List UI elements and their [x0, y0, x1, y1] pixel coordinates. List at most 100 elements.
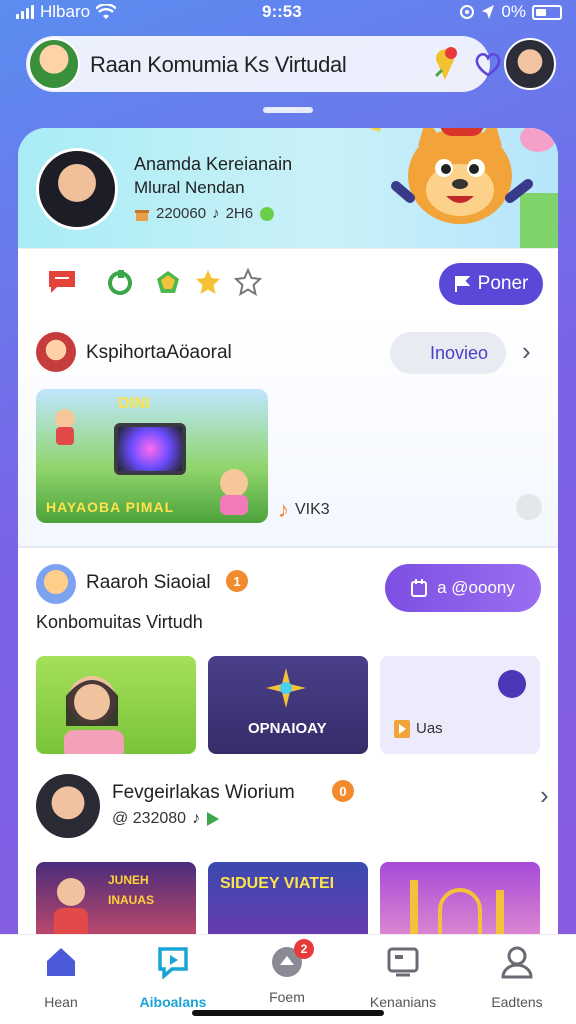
- music-note-icon: ♪: [212, 205, 220, 222]
- tv-icon: [387, 947, 419, 977]
- nav-item-messages[interactable]: 2 Foem: [232, 939, 342, 1005]
- nav-label-channels: Kenanians: [369, 994, 437, 1010]
- girl-photo: [64, 676, 124, 754]
- social-avatar[interactable]: [36, 564, 76, 604]
- battery-icon: [532, 4, 562, 20]
- chevron-right-icon[interactable]: ›: [522, 336, 531, 367]
- social-subtitle: Konbomuitas Virtudh: [36, 612, 203, 632]
- drag-handle[interactable]: [263, 107, 313, 113]
- refresh-icon[interactable]: [104, 267, 136, 297]
- tile-event[interactable]: OPNAIOAY: [208, 656, 368, 754]
- community-avatar[interactable]: [28, 38, 80, 90]
- nav-item-profile[interactable]: Eadtens: [462, 945, 572, 1010]
- star-outline-icon[interactable]: [232, 267, 264, 297]
- heart-icon[interactable]: [472, 48, 504, 80]
- hero-avatar[interactable]: [36, 148, 118, 230]
- play-icon: [394, 720, 410, 738]
- media-meta: ♪ VIK3: [278, 497, 330, 523]
- more-icon[interactable]: [498, 670, 526, 698]
- status-right: 0%: [459, 2, 562, 22]
- community-section: KspihortaAöaoral Inovieo › DINI HAYAOBA …: [18, 314, 558, 548]
- community-header[interactable]: Raan Komumia Ks Virtudal: [26, 36, 501, 92]
- media-title-bottom: HAYAOBA PIMAL: [46, 499, 175, 515]
- thumb-card[interactable]: SIDUEY VIATEI: [208, 862, 368, 938]
- user-avatar[interactable]: [36, 774, 100, 838]
- poner-button[interactable]: Poner: [439, 263, 543, 305]
- tile-event-label: OPNAIOAY: [248, 720, 327, 737]
- chat-icon[interactable]: [46, 267, 78, 297]
- home-icon: [47, 948, 75, 976]
- group-button[interactable]: a @ooony: [385, 564, 541, 612]
- tile-video[interactable]: Uas: [380, 656, 540, 754]
- social-title: Raaroh Siaoial: [86, 572, 211, 593]
- action-bar: Poner: [18, 248, 558, 314]
- music-note-icon: ♪: [192, 810, 201, 827]
- nav-label-home: Hean: [44, 994, 78, 1010]
- hero-name: Anamda Kereianain: [134, 154, 293, 174]
- hero-stat-music: 2H6: [225, 205, 254, 222]
- play-icon: [207, 812, 220, 826]
- calendar-icon: [411, 579, 428, 597]
- profile-avatar[interactable]: [504, 38, 556, 90]
- castle-illustration: [410, 880, 504, 938]
- user-badge: 0: [332, 780, 354, 802]
- person-illustration: [54, 878, 88, 938]
- profile-hero: Anamda Kereianain Mlural Nendan 220060 ♪…: [18, 128, 558, 248]
- chat-bubble-icon: [158, 947, 188, 980]
- sparkle-icon: [266, 668, 306, 708]
- nav-item-channels[interactable]: Kenanians: [348, 945, 458, 1010]
- media-options-icon[interactable]: [516, 494, 542, 520]
- main-sheet: Anamda Kereianain Mlural Nendan 220060 ♪…: [18, 128, 558, 938]
- home-indicator[interactable]: [192, 1010, 384, 1016]
- status-bar: Hlbaro 9::53 0%: [0, 0, 576, 26]
- invite-label: Inovieo: [429, 342, 488, 363]
- hero-stats: 220060 ♪ 2H6: [134, 205, 275, 222]
- social-section: Raaroh Siaoial 1 Konbomuitas Virtudh a @…: [18, 548, 558, 938]
- thumb-label: JUNEH INAUAS: [108, 873, 155, 907]
- wifi-icon: [96, 4, 117, 19]
- media-title-top: DINI: [118, 395, 150, 412]
- status-time: 9::53: [262, 2, 302, 21]
- hero-stat-count: 220060: [156, 205, 207, 222]
- chevron-right-icon[interactable]: ›: [540, 780, 549, 811]
- nav-label-activity: Aiboalans: [139, 994, 207, 1010]
- person-icon: [501, 946, 533, 979]
- media-meta-label: VIK3: [295, 501, 330, 518]
- gift-icon: [135, 209, 149, 221]
- status-left: Hlbaro: [16, 2, 117, 22]
- user-stat-count: @ 232080: [112, 810, 187, 827]
- thumb-card[interactable]: JUNEH INAUAS: [36, 862, 196, 938]
- carrier-name: Hlbaro: [40, 2, 91, 21]
- battery-percent: 0%: [501, 2, 526, 21]
- nav-badge: 2: [294, 939, 314, 959]
- hero-subtitle: Mlural Nendan: [134, 178, 245, 197]
- music-note-icon: ♪: [278, 497, 289, 522]
- invite-button[interactable]: Inovieo: [390, 332, 506, 374]
- map-pin-icon[interactable]: [430, 46, 460, 82]
- tv-illustration: [114, 423, 186, 475]
- signal-icon: [16, 5, 34, 19]
- user-row[interactable]: Fevgeirlakas Wiorium 0 @ 232080 ♪ ›: [36, 774, 558, 844]
- rotation-lock-icon: [460, 5, 475, 19]
- nav-item-home[interactable]: Hean: [6, 945, 116, 1010]
- section-title: KspihortaAöaoral: [86, 342, 232, 363]
- nav-item-activity[interactable]: Aiboalans: [118, 945, 228, 1010]
- thumb-card[interactable]: [380, 862, 540, 938]
- flag-icon: [454, 276, 470, 292]
- user-stats: @ 232080 ♪: [112, 810, 220, 828]
- social-badge: 1: [226, 570, 248, 592]
- character-illustration: [55, 409, 75, 445]
- section-avatar[interactable]: [36, 332, 76, 372]
- nav-label-messages: Foem: [269, 989, 305, 1005]
- leaf-icon: [260, 206, 275, 221]
- group-button-label: a @ooony: [437, 578, 515, 597]
- community-title: Raan Komumia Ks Virtudal: [90, 52, 347, 77]
- star-icon[interactable]: [192, 267, 224, 297]
- media-card[interactable]: DINI HAYAOBA PIMAL: [36, 389, 268, 523]
- location-icon: [482, 5, 495, 19]
- gem-icon[interactable]: [152, 267, 184, 297]
- nav-label-profile: Eadtens: [491, 994, 543, 1010]
- tile-photo[interactable]: [36, 656, 196, 754]
- mascot-illustration: [370, 128, 558, 248]
- message-icon-wrap: 2: [270, 939, 314, 979]
